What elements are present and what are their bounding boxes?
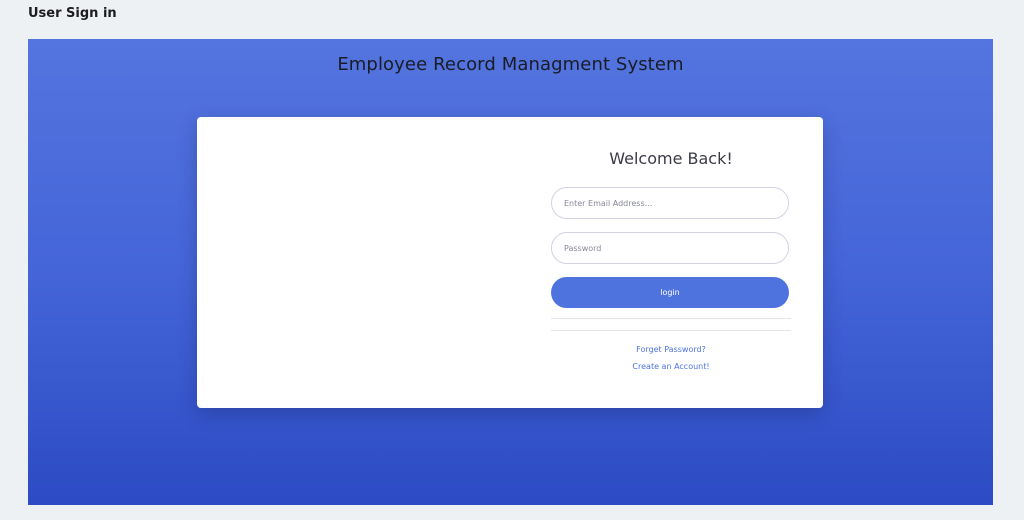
create-account-link[interactable]: Create an Account! [551,362,791,371]
form-divider [551,330,791,331]
app-title: Employee Record Managment System [337,54,684,75]
login-button[interactable]: login [551,277,789,308]
form-divider [551,318,791,319]
password-input[interactable] [551,232,789,264]
hero-banner: Employee Record Managment System Welcome… [28,39,993,505]
forgot-password-link[interactable]: Forget Password? [551,345,791,354]
email-input[interactable] [551,187,789,219]
login-image-panel [197,117,510,408]
page-heading: User Sign in [28,6,117,21]
login-card: Welcome Back! login Forget Password? Cre… [197,117,823,408]
welcome-heading: Welcome Back! [609,149,733,168]
login-form: Welcome Back! login Forget Password? Cre… [551,117,791,408]
